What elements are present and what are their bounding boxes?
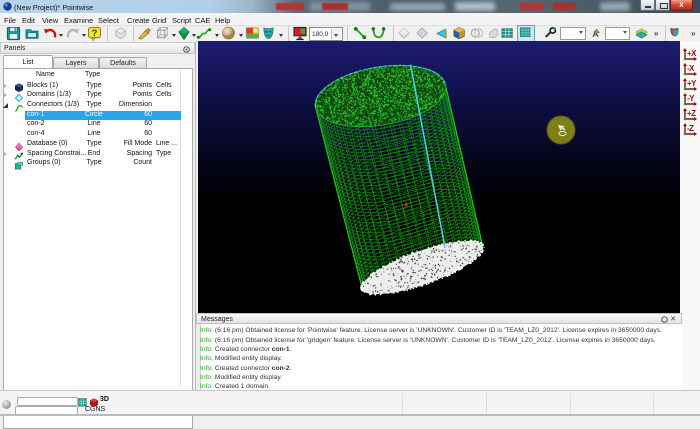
svg-text:-Y: -Y xyxy=(687,94,695,103)
svg-text:+Y: +Y xyxy=(687,79,697,88)
svg-text:+Z: +Z xyxy=(687,109,696,118)
svg-text:-X: -X xyxy=(687,64,695,73)
svg-text:-Z: -Z xyxy=(687,124,694,133)
svg-text:+X: +X xyxy=(687,49,697,58)
svg-text:?: ? xyxy=(92,28,98,38)
